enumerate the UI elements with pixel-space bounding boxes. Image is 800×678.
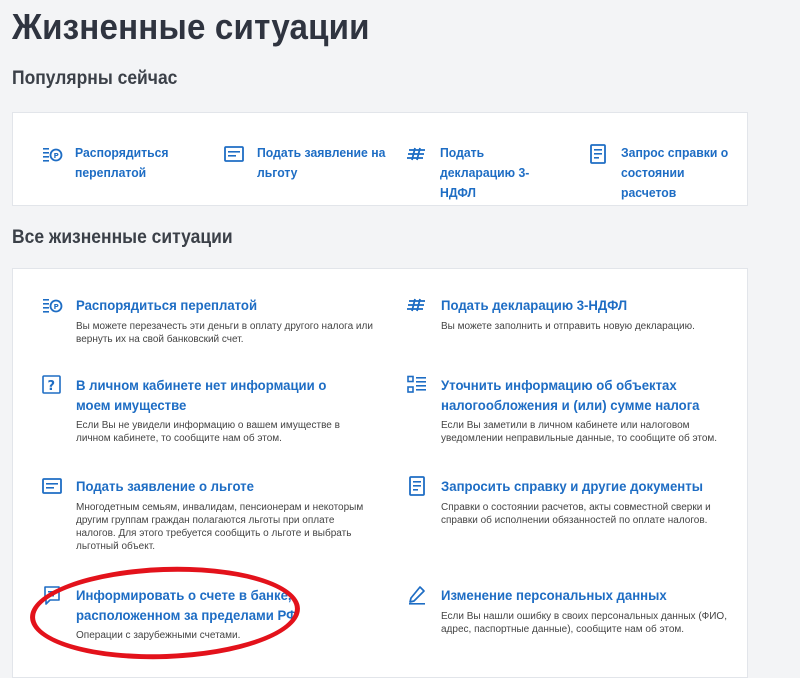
popular-item-label: Подать заявление на льготу — [257, 145, 386, 180]
overpayment-icon: P — [41, 295, 63, 315]
situation-description: Если Вы не увидели информацию о вашем им… — [76, 420, 340, 444]
situation-title[interactable]: Распорядиться переплатой — [76, 295, 358, 315]
popular-item-overpayment[interactable]: P Распорядиться переплатой — [41, 143, 205, 183]
situation-description: Операции с зарубежными счетами. — [76, 630, 241, 641]
situation-title[interactable]: Изменение персональных данных — [441, 585, 723, 605]
bank-account-icon — [41, 585, 63, 605]
situation-description: Вы можете заполнить и отправить новую де… — [441, 321, 695, 332]
declaration-icon — [406, 144, 428, 164]
popular-item-label: Распорядиться переплатой — [75, 145, 169, 180]
popular-item-application[interactable]: Подать заявление на льготу — [223, 143, 397, 183]
certificate-icon — [406, 476, 428, 496]
declaration-icon — [406, 295, 428, 315]
situation-description: Вы можете перезачесть эти деньги в оплат… — [76, 321, 373, 345]
popular-item-declaration[interactable]: Подать декларацию 3-НДФЛ — [406, 143, 570, 203]
application-icon — [41, 476, 63, 496]
overpayment-icon: P — [41, 144, 63, 164]
popular-card: P Распорядиться переплатой Подать заявле… — [12, 112, 748, 206]
situation-title[interactable]: Подать заявление о льготе — [76, 476, 358, 496]
popular-item-label: Запрос справки о состоянии расчетов — [621, 145, 729, 200]
list-icon — [406, 375, 428, 395]
situation-title[interactable]: Уточнить информацию об объектах налогооб… — [441, 375, 723, 415]
popular-section-title: Популярны сейчас — [12, 68, 178, 89]
svg-text:P: P — [54, 152, 59, 160]
situation-description: Справки о состоянии расчетов, акты совме… — [441, 502, 711, 526]
question-icon: ? — [41, 375, 63, 395]
situation-description: Многодетным семьям, инвалидам, пенсионер… — [76, 502, 364, 552]
pencil-icon — [406, 585, 428, 605]
all-situations-card: P Распорядиться переплатой Вы можете пер… — [12, 268, 748, 678]
situation-title[interactable]: В личном кабинете нет информации о моем … — [76, 375, 358, 415]
all-section-title: Все жизненные ситуации — [12, 227, 233, 248]
application-icon — [223, 144, 245, 164]
situation-description: Если Вы заметили в личном кабинете или н… — [441, 420, 718, 444]
situation-title[interactable]: Информировать о счете в банке, расположе… — [76, 585, 358, 625]
svg-text:P: P — [54, 303, 59, 311]
svg-text:?: ? — [48, 379, 56, 394]
situation-title[interactable]: Запросить справку и другие документы — [441, 476, 723, 496]
popular-item-label: Подать декларацию 3-НДФЛ — [440, 145, 530, 200]
situation-description: Если Вы нашли ошибку в своих персональны… — [441, 611, 727, 635]
certificate-icon — [587, 144, 609, 164]
page-title: Жизненные ситуации — [12, 6, 370, 47]
situation-title[interactable]: Подать декларацию 3-НДФЛ — [441, 295, 723, 315]
popular-item-certificate[interactable]: Запрос справки о состоянии расчетов — [587, 143, 751, 203]
